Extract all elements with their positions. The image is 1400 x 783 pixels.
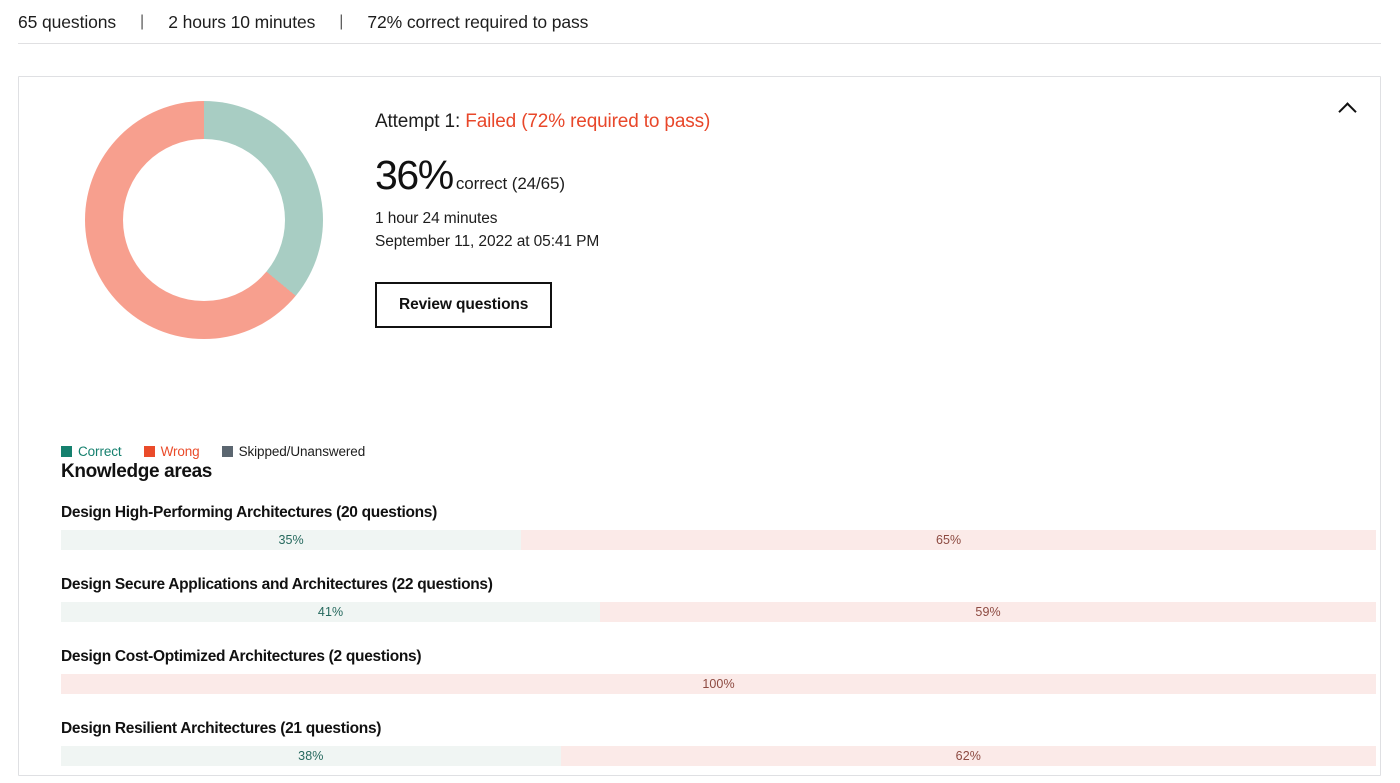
score-percentage: 36% xyxy=(375,152,454,198)
knowledge-area-name: Design Secure Applications and Architect… xyxy=(61,576,493,593)
exam-duration: 2 hours 10 minutes xyxy=(168,11,316,32)
attempt-status-badge: Failed (72% required to pass) xyxy=(465,111,711,132)
attempt-heading: Attempt 1: Failed (72% required to pass) xyxy=(375,111,1275,133)
collapse-attempt-button[interactable] xyxy=(1330,91,1364,125)
attempt-detail: Attempt 1: Failed (72% required to pass)… xyxy=(375,111,1275,329)
legend-swatch-icon xyxy=(221,446,233,457)
legend-label: Skipped/Unanswered xyxy=(238,444,366,459)
chevron-up-icon xyxy=(1340,101,1355,116)
attempt-label: Attempt 1: xyxy=(375,111,466,132)
exam-results-page: 65 questions | 2 hours 10 minutes | 72% … xyxy=(0,0,1400,783)
score-row: 36% correct (24/65) xyxy=(375,155,1275,196)
legend-label: Wrong xyxy=(160,444,200,459)
knowledge-area-bar: 100% xyxy=(61,674,1376,694)
legend-item-skipped-unanswered: Skipped/Unanswered xyxy=(221,444,366,459)
knowledge-area-name: Design High-Performing Architectures (20… xyxy=(61,504,437,521)
header-divider xyxy=(18,43,1381,44)
donut-center-hole xyxy=(123,139,285,301)
legend-swatch-icon xyxy=(143,446,155,457)
knowledge-area-name: Design Resilient Architectures (21 quest… xyxy=(61,720,382,737)
bar-segment-wrong: 65% xyxy=(521,530,1376,550)
review-questions-button[interactable]: Review questions xyxy=(375,281,553,329)
meta-separator-1: | xyxy=(140,13,145,30)
knowledge-area-bar: 35% 65% xyxy=(61,530,1376,550)
exam-summary-bar: 65 questions | 2 hours 10 minutes | 72% … xyxy=(18,0,1381,44)
bar-segment-correct: 41% xyxy=(61,602,601,622)
legend-item-wrong: Wrong xyxy=(143,444,200,459)
bar-segment-wrong: 100% xyxy=(61,674,1376,694)
knowledge-area-bar: 41% 59% xyxy=(61,602,1376,622)
knowledge-area-name: Design Cost-Optimized Architectures (2 q… xyxy=(61,648,422,665)
exam-question-count: 65 questions xyxy=(18,11,117,32)
donut-ring xyxy=(85,101,323,339)
attempt-time-taken: 1 hour 24 minutes xyxy=(375,210,498,227)
bar-segment-wrong: 59% xyxy=(600,602,1376,622)
exam-pass-requirement: 72% correct required to pass xyxy=(367,11,589,32)
bar-segment-correct: 35% xyxy=(61,530,522,550)
knowledge-area-row: Design Resilient Architectures (21 quest… xyxy=(61,720,1376,766)
knowledge-area-row: Design Cost-Optimized Architectures (2 q… xyxy=(61,648,1376,694)
result-donut-chart xyxy=(66,101,342,339)
bar-segment-correct: 38% xyxy=(61,746,561,766)
score-fraction: correct (24/65) xyxy=(455,174,565,193)
meta-separator-2: | xyxy=(339,13,344,30)
legend-item-correct: Correct xyxy=(61,444,122,459)
knowledge-area-row: Design Secure Applications and Architect… xyxy=(61,576,1376,622)
legend-swatch-icon xyxy=(61,446,72,457)
knowledge-area-row: Design High-Performing Architectures (20… xyxy=(61,504,1376,550)
chart-legend-top: Correct Wrong Skipped/Unanswered xyxy=(61,444,387,459)
legend-label: Correct xyxy=(78,444,122,459)
attempt-result-card: Correct Wrong Skipped/Unanswered Attempt 1… xyxy=(18,76,1381,776)
attempt-timestamp: September 11, 2022 at 05:41 PM xyxy=(375,232,600,250)
knowledge-areas-title: Knowledge areas xyxy=(61,461,213,482)
bar-segment-wrong: 62% xyxy=(560,746,1376,766)
knowledge-areas-list: Design High-Performing Architectures (20… xyxy=(61,504,1376,766)
knowledge-area-bar: 38% 62% xyxy=(61,746,1376,766)
